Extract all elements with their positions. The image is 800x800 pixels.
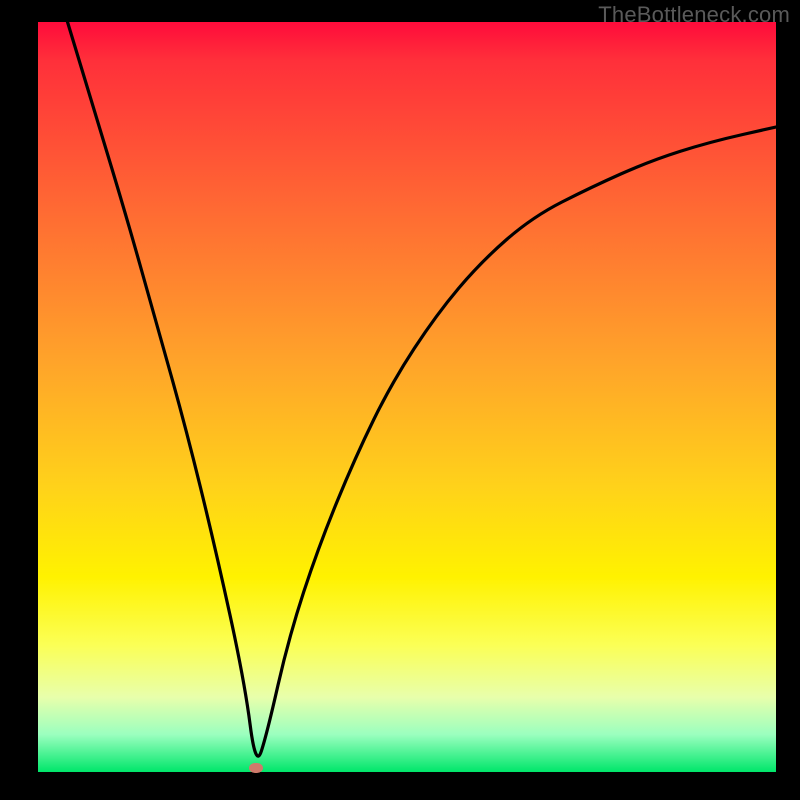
plot-area xyxy=(38,22,776,772)
minimum-marker xyxy=(249,763,263,773)
bottleneck-curve xyxy=(68,22,776,756)
chart-frame: TheBottleneck.com xyxy=(0,0,800,800)
curve-svg xyxy=(38,22,776,772)
watermark-text: TheBottleneck.com xyxy=(598,2,790,28)
